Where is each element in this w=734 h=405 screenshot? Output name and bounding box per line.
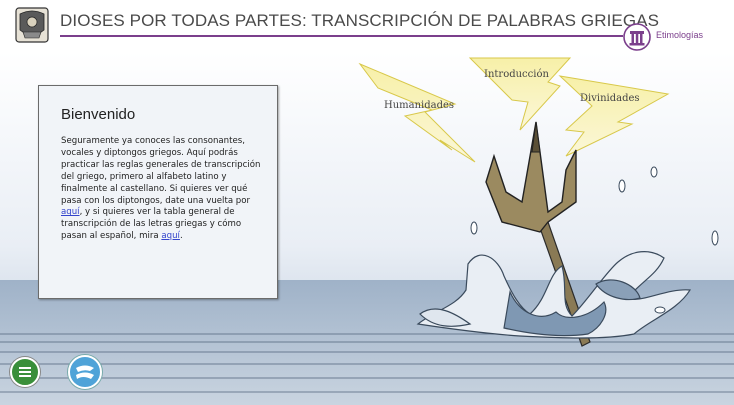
wave-icon [76, 365, 94, 379]
menu-icon [19, 367, 31, 369]
welcome-text-part3: . [179, 231, 183, 242]
transcription-table-link[interactable]: aquí [161, 231, 180, 241]
menu-icon-line [19, 375, 31, 377]
brand-label: Etimologías [656, 30, 704, 40]
menu-icon-line [19, 371, 31, 373]
welcome-panel: Bienvenido Seguramente ya conoces las co… [38, 85, 278, 299]
column-icon [623, 23, 651, 51]
header: DIOSES POR TODAS PARTES: TRANSCRIPCIÓN D… [0, 0, 734, 52]
university-crest-icon [15, 7, 49, 43]
title-rule [60, 35, 623, 37]
welcome-text-part1: Seguramente ya conoces las consonantes, … [61, 136, 261, 206]
page-title: DIOSES POR TODAS PARTES: TRANSCRIPCIÓN D… [60, 11, 660, 30]
bolt-label-humanidades[interactable]: Humanidades [384, 100, 454, 111]
nav-button[interactable] [68, 355, 102, 389]
welcome-text: Seguramente ya conoces las consonantes, … [61, 136, 267, 243]
diptongos-link[interactable]: aquí [61, 207, 80, 217]
scene: Humanidades Introducción Divinidades Bie… [0, 52, 734, 405]
welcome-heading: Bienvenido [61, 106, 136, 123]
welcome-text-part2: , y si quieres ver la tabla general de t… [61, 207, 242, 242]
menu-button[interactable] [10, 357, 40, 387]
etimologias-brand[interactable]: Etimologías [622, 22, 726, 52]
bolt-label-introduccion[interactable]: Introducción [484, 69, 549, 80]
bolt-label-divinidades[interactable]: Divinidades [580, 93, 640, 104]
